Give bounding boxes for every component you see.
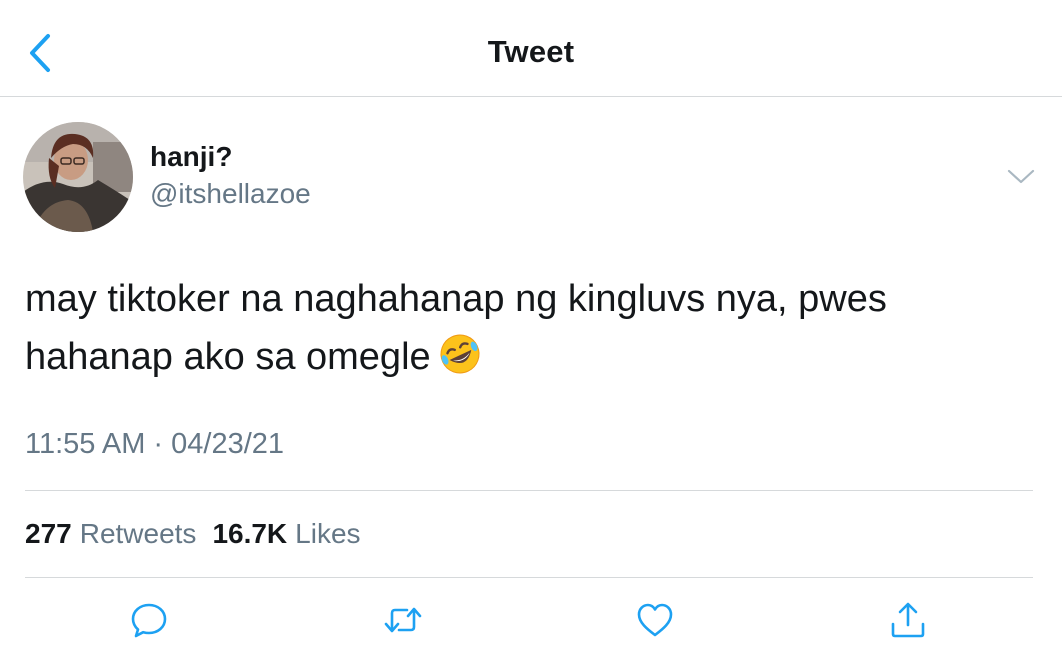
tweet-text-line-2-wrapper: hahanap ako sa omegle: [25, 328, 1035, 386]
divider-bottom: [25, 577, 1033, 578]
page-title: Tweet: [487, 34, 575, 69]
chevron-down-icon: [1007, 169, 1035, 184]
retweets-label[interactable]: Retweets: [80, 518, 197, 549]
share-button[interactable]: [888, 600, 928, 640]
tweet-text-line-1: may tiktoker na naghahanap ng kingluvs n…: [25, 278, 887, 320]
reply-button[interactable]: [129, 600, 169, 640]
author-display-name[interactable]: hanji?: [150, 141, 232, 173]
tweet-timestamp: 11:55 AM · 04/23/21: [25, 428, 285, 460]
heart-icon: [637, 603, 673, 637]
author-handle[interactable]: @itshellazoe: [150, 178, 311, 210]
retweets-count[interactable]: 277: [25, 518, 72, 549]
tweet-text: may tiktoker na naghahanap ng kingluvs n…: [25, 270, 1035, 386]
avatar[interactable]: [23, 122, 133, 232]
like-button[interactable]: [635, 600, 675, 640]
header-bar: Tweet: [0, 0, 1062, 97]
likes-count[interactable]: 16.7K: [212, 518, 287, 549]
tweet-stats: 277 Retweets 16.7K Likes: [25, 518, 377, 550]
rolling-on-floor-laughing-emoji-icon: [437, 331, 483, 377]
tweet-text-line-2: hahanap ako sa omegle: [25, 336, 431, 378]
retweet-icon: [384, 607, 422, 633]
more-options-button[interactable]: [1006, 165, 1036, 187]
retweet-button[interactable]: [383, 600, 423, 640]
likes-label[interactable]: Likes: [295, 518, 360, 549]
avatar-image: [23, 122, 133, 232]
reply-icon: [131, 603, 167, 638]
divider-top: [25, 490, 1033, 491]
share-icon: [891, 602, 925, 638]
